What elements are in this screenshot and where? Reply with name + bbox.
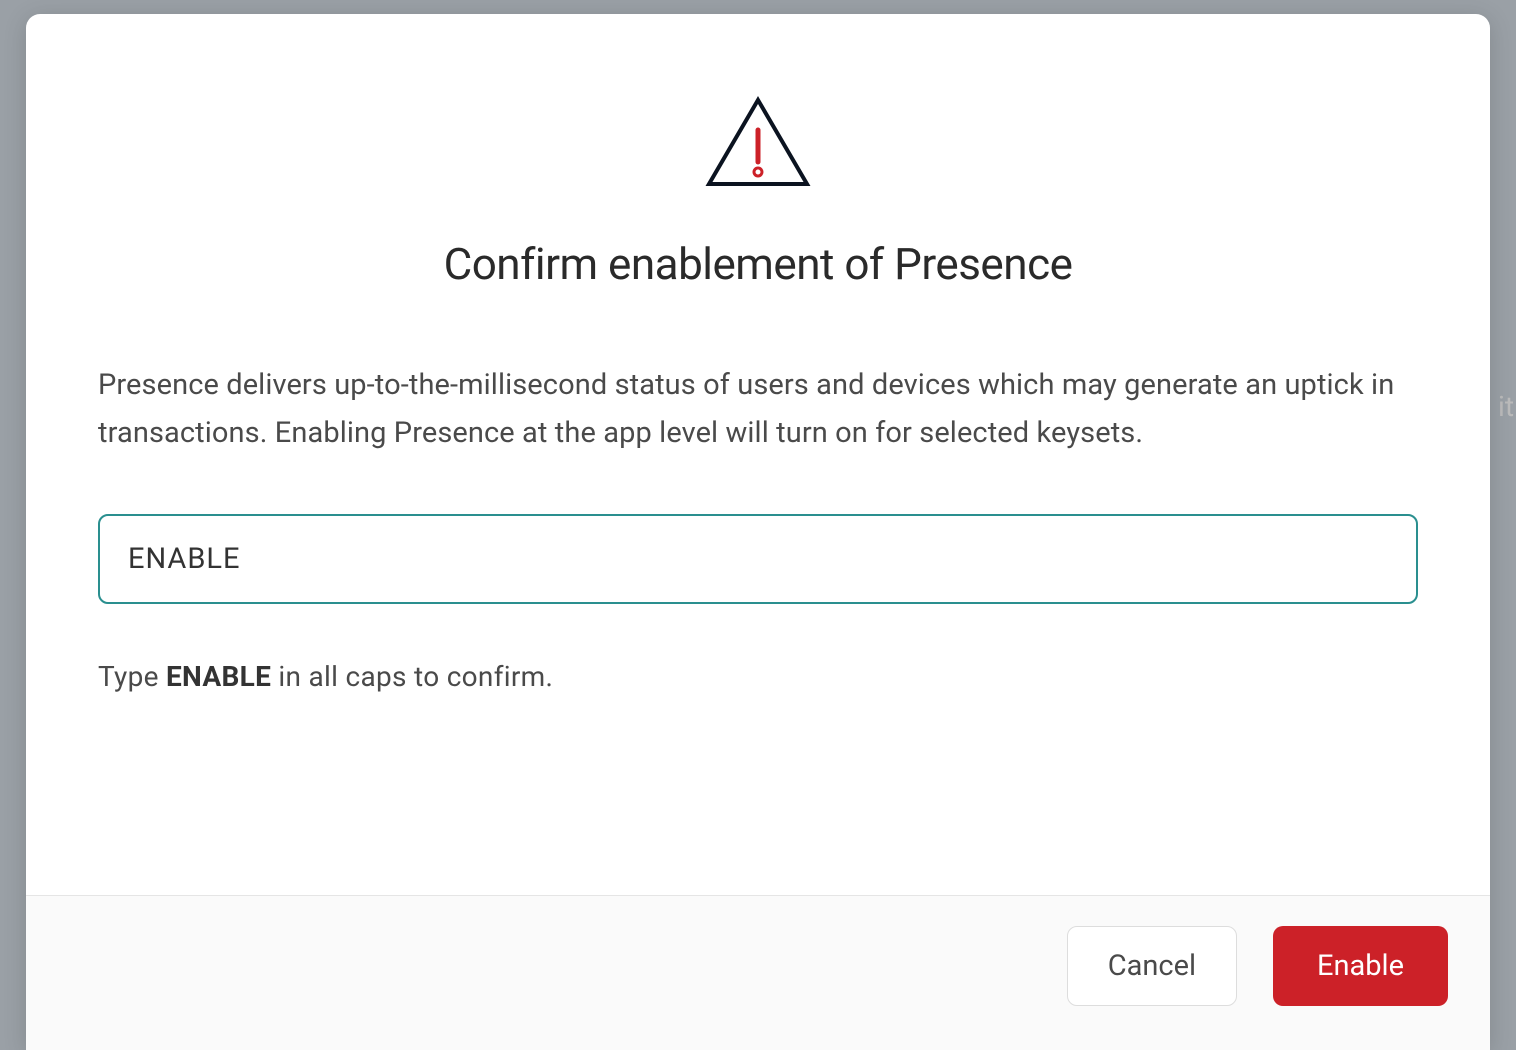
- icon-wrapper: [98, 94, 1418, 190]
- background-right-text: it: [1498, 390, 1514, 423]
- hint-keyword: ENABLE: [166, 660, 271, 693]
- enable-button[interactable]: Enable: [1273, 926, 1448, 1006]
- modal-footer: Cancel Enable: [26, 895, 1490, 1050]
- modal-title: Confirm enablement of Presence: [98, 238, 1418, 290]
- confirm-input[interactable]: [98, 514, 1418, 604]
- modal-body: Confirm enablement of Presence Presence …: [26, 14, 1490, 895]
- hint-suffix: in all caps to confirm.: [271, 660, 553, 693]
- warning-triangle-icon: [703, 94, 813, 190]
- confirm-modal: Confirm enablement of Presence Presence …: [26, 14, 1490, 1050]
- hint-prefix: Type: [98, 660, 166, 693]
- cancel-button[interactable]: Cancel: [1067, 926, 1237, 1006]
- modal-description: Presence delivers up-to-the-millisecond …: [98, 362, 1418, 458]
- confirm-hint: Type ENABLE in all caps to confirm.: [98, 660, 1418, 693]
